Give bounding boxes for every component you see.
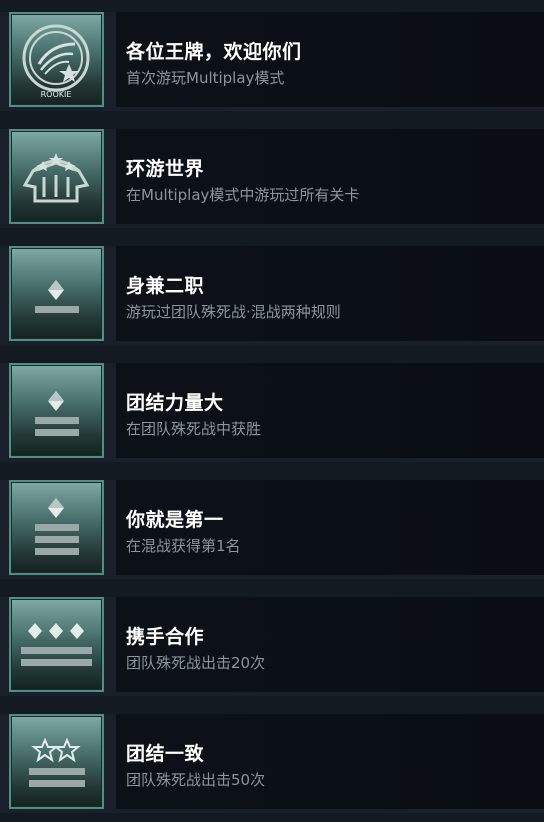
rank-2-bars-icon [9,363,104,458]
achievement-description: 游玩过团队殊死战·混战两种规则 [126,303,341,321]
achievement-title: 各位王牌，欢迎你们 [126,41,302,63]
achievement-title: 你就是第一 [126,509,224,531]
achievement-row[interactable]: ROOKIE 各位王牌，欢迎你们 首次游玩Multiplay模式 [0,12,544,111]
achievement-row[interactable]: 团结力量大 在团队殊死战中获胜 [0,363,544,462]
rookie-emblem-icon: ROOKIE [9,12,104,107]
achievement-row[interactable]: 携手合作 团队殊死战出击20次 [0,597,544,696]
achievement-text-panel: 你就是第一 在混战获得第1名 [116,480,544,575]
achievement-row[interactable]: 环游世界 在Multiplay模式中游玩过所有关卡 [0,129,544,228]
achievement-title: 身兼二职 [126,275,205,297]
achievement-description: 团队殊死战出击20次 [126,654,266,672]
rank-2-stars-2-bars-icon [9,714,104,809]
achievement-title: 团结力量大 [126,392,224,414]
achievement-text-panel: 团结一致 团队殊死战出击50次 [116,714,544,809]
achievement-description: 首次游玩Multiplay模式 [126,69,285,87]
achievement-description: 团队殊死战出击50次 [126,771,266,789]
rookie-emblem-label: ROOKIE [41,90,72,99]
achievement-title: 携手合作 [126,626,205,648]
achievement-title: 团结一致 [126,743,205,765]
rank-3-diamonds-2-bars-icon [9,597,104,692]
circus-tent-emblem-icon [9,129,104,224]
rank-3-bars-icon [9,480,104,575]
achievement-list: ROOKIE 各位王牌，欢迎你们 首次游玩Multiplay模式 环游世界 在M… [0,0,544,822]
achievement-row[interactable]: 身兼二职 游玩过团队殊死战·混战两种规则 [0,246,544,345]
rank-1-bar-icon [9,246,104,341]
achievement-title: 环游世界 [126,158,205,180]
achievement-text-panel: 环游世界 在Multiplay模式中游玩过所有关卡 [116,129,544,224]
achievement-text-panel: 团结力量大 在团队殊死战中获胜 [116,363,544,458]
achievement-description: 在Multiplay模式中游玩过所有关卡 [126,186,360,204]
achievement-text-panel: 携手合作 团队殊死战出击20次 [116,597,544,692]
achievement-row[interactable]: 你就是第一 在混战获得第1名 [0,480,544,579]
achievement-text-panel: 各位王牌，欢迎你们 首次游玩Multiplay模式 [116,12,544,107]
achievement-row[interactable]: 团结一致 团队殊死战出击50次 [0,714,544,813]
achievement-text-panel: 身兼二职 游玩过团队殊死战·混战两种规则 [116,246,544,341]
achievement-description: 在混战获得第1名 [126,537,241,555]
achievement-description: 在团队殊死战中获胜 [126,420,262,438]
